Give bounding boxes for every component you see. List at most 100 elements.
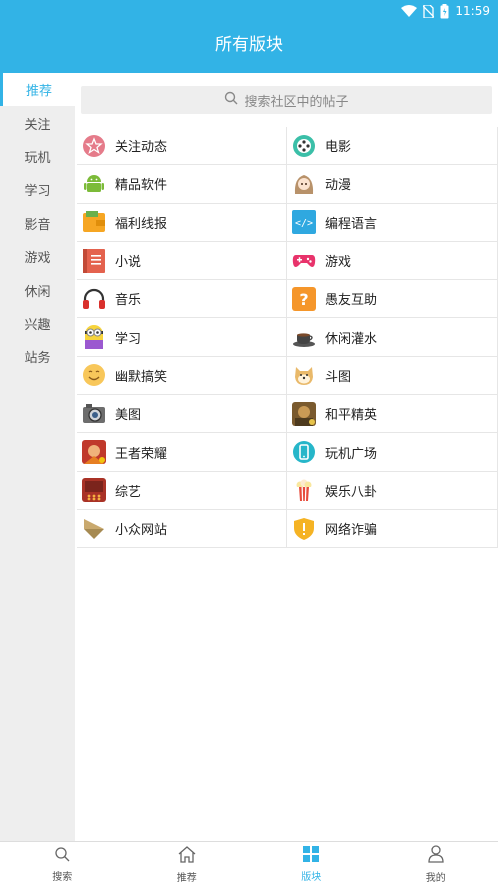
board-item[interactable]: 福利线报 xyxy=(77,203,287,242)
doge-icon xyxy=(292,363,316,387)
search-icon xyxy=(54,846,70,865)
board-item[interactable]: 休闲灌水 xyxy=(287,318,498,357)
tab-boards[interactable]: 版块 xyxy=(249,842,374,887)
board-item[interactable]: ? 愚友互助 xyxy=(287,280,498,319)
sidebar-item-media[interactable]: 影音 xyxy=(0,207,75,240)
sidebar-item-label: 推荐 xyxy=(25,84,52,100)
board-label: 斗图 xyxy=(325,369,352,385)
popcorn-icon xyxy=(292,478,316,502)
board-item[interactable]: 王者荣耀 xyxy=(77,433,287,472)
board-item[interactable]: 幽默搞笑 xyxy=(77,356,287,396)
board-item[interactable]: </> 编程语言 xyxy=(287,203,498,242)
warning-shield-icon xyxy=(292,517,316,541)
sidebar-item-phone-play[interactable]: 玩机 xyxy=(0,140,75,173)
category-sidebar: 推荐 关注 玩机 学习 影音 游戏 休闲 兴趣 站务 xyxy=(0,73,75,841)
sidebar-item-study[interactable]: 学习 xyxy=(0,173,75,206)
board-item[interactable]: 小众网站 xyxy=(77,509,287,549)
wifi-icon xyxy=(401,5,418,17)
star-badge-icon xyxy=(82,134,106,158)
tab-label: 推荐 xyxy=(176,873,197,884)
board-item[interactable]: 精品软件 xyxy=(77,165,287,204)
tab-recommend[interactable]: 推荐 xyxy=(125,842,250,887)
board-label: 精品软件 xyxy=(115,178,168,194)
board-item[interactable]: 电影 xyxy=(287,127,498,166)
sidebar-item-recommend[interactable]: 推荐 xyxy=(0,73,75,107)
board-label: 小说 xyxy=(115,255,142,271)
board-label: 电影 xyxy=(325,140,352,156)
board-label: 小众网站 xyxy=(115,523,168,539)
board-item[interactable]: 游戏 xyxy=(287,241,498,281)
tab-label: 搜索 xyxy=(52,872,73,883)
phone-icon xyxy=(292,440,316,464)
clock: 11:59 xyxy=(455,4,490,18)
app-header: 11:59 所有版块 xyxy=(0,0,498,73)
sidebar-item-leisure[interactable]: 休闲 xyxy=(0,273,75,306)
board-label: 学习 xyxy=(115,331,142,347)
tab-search[interactable]: 搜索 xyxy=(0,842,125,887)
bottom-tab-bar: 搜索 推荐 版块 我的 xyxy=(0,841,498,887)
search-input[interactable]: 搜索社区中的帖子 xyxy=(81,86,492,114)
sidebar-item-label: 玩机 xyxy=(24,150,51,166)
board-label: 音乐 xyxy=(115,293,142,309)
minion-icon xyxy=(82,325,106,350)
board-item[interactable]: 玩机广场 xyxy=(287,433,498,472)
board-item[interactable]: 音乐 xyxy=(77,280,287,319)
svg-text:</>: </> xyxy=(295,218,313,229)
board-label: 愚友互助 xyxy=(325,293,378,309)
coffee-cup-icon xyxy=(292,325,316,349)
board-item[interactable]: 和平精英 xyxy=(287,395,498,434)
no-sim-icon xyxy=(423,4,435,18)
sidebar-item-games[interactable]: 游戏 xyxy=(0,240,75,273)
sidebar-item-label: 关注 xyxy=(24,117,51,133)
board-item[interactable]: 综艺 xyxy=(77,471,287,510)
board-label: 玩机广场 xyxy=(325,446,378,462)
board-item[interactable]: 娱乐八卦 xyxy=(287,471,498,510)
board-item[interactable]: 网络诈骗 xyxy=(287,509,498,549)
home-icon xyxy=(177,845,197,866)
board-label: 幽默搞笑 xyxy=(115,369,168,385)
status-bar: 11:59 xyxy=(401,0,490,22)
code-icon: </> xyxy=(292,210,316,235)
board-label: 综艺 xyxy=(115,484,142,500)
board-item[interactable]: 小说 xyxy=(77,241,287,281)
tab-label: 版块 xyxy=(301,872,322,883)
search-icon xyxy=(224,91,238,109)
sidebar-item-label: 站务 xyxy=(24,351,51,367)
page-title: 所有版块 xyxy=(215,35,283,55)
board-label: 和平精英 xyxy=(325,408,378,424)
sidebar-item-follow[interactable]: 关注 xyxy=(0,106,75,139)
svg-text:?: ? xyxy=(299,290,308,309)
wallet-icon xyxy=(82,210,106,234)
headphones-icon xyxy=(82,287,106,311)
battery-icon xyxy=(440,3,449,19)
anime-girl-icon xyxy=(292,172,316,196)
peace-elite-icon xyxy=(292,401,316,426)
board-label: 美图 xyxy=(115,408,142,424)
sidebar-item-label: 学习 xyxy=(24,184,51,200)
sidebar-item-interest[interactable]: 兴趣 xyxy=(0,307,75,340)
camera-icon xyxy=(82,402,106,426)
board-label: 王者荣耀 xyxy=(115,446,168,462)
android-icon xyxy=(82,172,106,196)
board-item[interactable]: 动漫 xyxy=(287,165,498,204)
board-label: 编程语言 xyxy=(325,216,378,232)
tab-label: 我的 xyxy=(425,873,446,884)
board-item[interactable]: 斗图 xyxy=(287,356,498,396)
board-grid: 关注动态 电影 精品软件 动漫 福利线报 </> 编程语言 小说 游戏 音乐 ?… xyxy=(77,127,498,549)
board-item[interactable]: 关注动态 xyxy=(77,127,287,166)
sidebar-item-label: 兴趣 xyxy=(24,317,51,333)
honor-of-kings-icon xyxy=(82,440,106,465)
tab-mine[interactable]: 我的 xyxy=(374,842,498,887)
gamepad-icon xyxy=(292,249,316,273)
film-reel-icon xyxy=(292,134,316,158)
boards-panel: 搜索社区中的帖子 关注动态 电影 精品软件 动漫 福利线报 </> 编程语言 小… xyxy=(75,73,498,841)
board-item[interactable]: 美图 xyxy=(77,395,287,434)
board-label: 娱乐八卦 xyxy=(325,484,378,500)
sidebar-item-site-affairs[interactable]: 站务 xyxy=(0,340,75,373)
board-label: 福利线报 xyxy=(115,216,168,232)
book-icon xyxy=(82,248,106,273)
sidebar-item-label: 影音 xyxy=(24,217,51,233)
board-item[interactable]: 学习 xyxy=(77,318,287,357)
question-icon: ? xyxy=(292,286,316,311)
grid-icon xyxy=(303,846,320,865)
